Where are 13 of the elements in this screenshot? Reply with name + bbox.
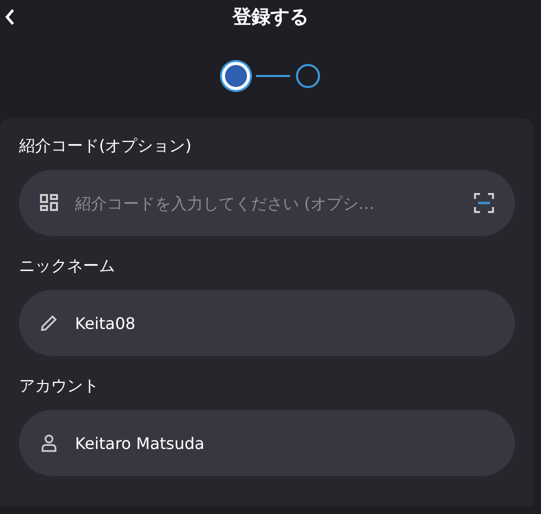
grid-icon <box>39 193 59 213</box>
step-connector <box>256 75 290 77</box>
input-field[interactable]: Keitaro Matsuda <box>75 434 495 452</box>
person-icon <box>39 433 59 453</box>
scan-icon[interactable] <box>473 192 495 214</box>
input-field[interactable]: Keita08 <box>75 314 495 332</box>
pencil-icon <box>39 313 59 333</box>
back-icon[interactable] <box>4 8 16 26</box>
input-field[interactable]: 紹介コードを入力してください (オプシ… <box>75 194 457 212</box>
field-label: アカウント <box>19 375 100 397</box>
field-label: 紹介コード(オプション) <box>19 135 192 157</box>
field-label: ニックネーム <box>19 255 116 277</box>
page-title: 登録する <box>232 5 308 30</box>
